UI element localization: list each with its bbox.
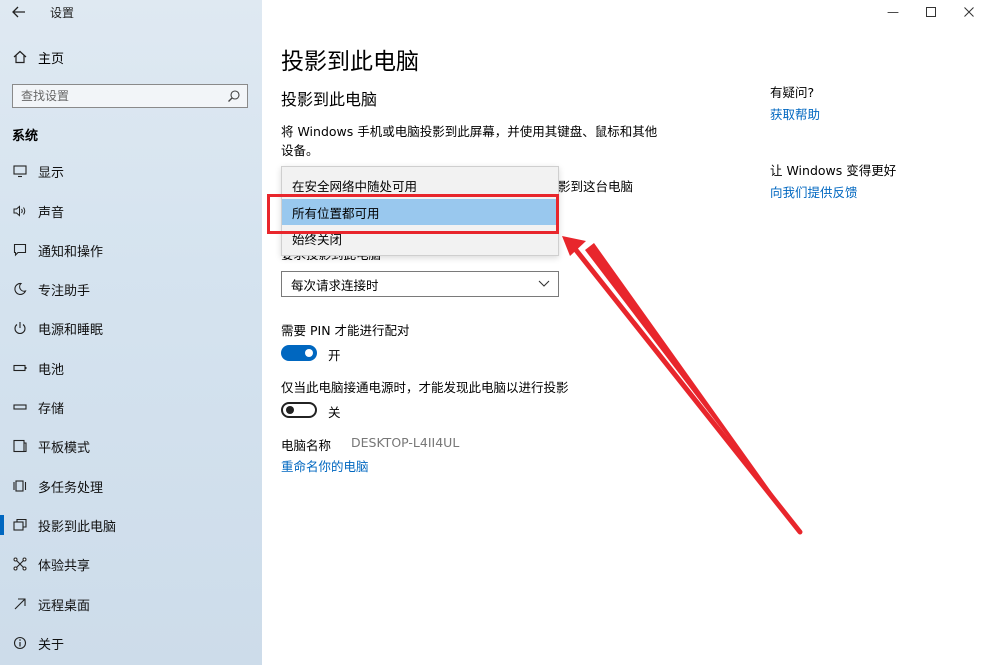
power-icon: [12, 320, 28, 336]
obscured-option-text: 影到这台电脑: [558, 179, 634, 194]
sidebar-item-sound[interactable]: 声音: [12, 201, 64, 221]
aside-improve: 让 Windows 变得更好: [770, 163, 897, 178]
battery-icon: [12, 360, 28, 376]
close-icon[interactable]: [950, 0, 988, 24]
back-arrow-icon[interactable]: [8, 2, 30, 22]
sidebar-item-label: 存储: [38, 401, 65, 417]
app-title: 设置: [50, 6, 75, 20]
sidebar-item-shared-experiences[interactable]: 体验共享: [12, 554, 90, 574]
sidebar-item-remote-desktop[interactable]: 远程桌面: [12, 594, 90, 614]
section-subtitle: 投影到此电脑: [281, 90, 378, 109]
power-toggle[interactable]: [281, 402, 317, 418]
home-icon: [12, 49, 28, 65]
page-title: 投影到此电脑: [281, 49, 419, 75]
section-label-system: 系统: [12, 129, 39, 144]
pc-name-value: DESKTOP-L4II4UL: [351, 435, 460, 450]
power-toggle-state: 关: [328, 405, 341, 420]
sidebar-item-project-to-pc[interactable]: 投影到此电脑: [0, 515, 117, 535]
sidebar-item-label: 多任务处理: [38, 480, 104, 496]
multitask-icon: [12, 478, 28, 494]
feedback-link[interactable]: 向我们提供反馈: [770, 182, 858, 201]
sidebar-item-label: 电池: [38, 362, 65, 378]
sidebar: 设置 主页 系统 显示 声音 通知和操作 专注助手 电源和睡眠 电池 存储: [0, 0, 262, 665]
sidebar-item-label: 专注助手: [38, 283, 91, 299]
sidebar-item-multitasking[interactable]: 多任务处理: [12, 476, 103, 496]
speaker-icon: [12, 203, 28, 219]
tablet-icon: [12, 438, 28, 454]
pin-label: 需要 PIN 才能进行配对: [281, 323, 410, 338]
pin-toggle[interactable]: [281, 345, 317, 361]
moon-icon: [12, 281, 28, 297]
connect-request-value: 每次请求连接时: [291, 277, 379, 293]
sidebar-item-label: 通知和操作: [38, 244, 104, 260]
notification-icon: [12, 242, 28, 258]
sidebar-item-tablet-mode[interactable]: 平板模式: [12, 436, 90, 456]
project-icon: [12, 517, 28, 533]
pc-name-label: 电脑名称: [281, 438, 332, 453]
nav-home-label: 主页: [38, 51, 65, 67]
sidebar-item-display[interactable]: 显示: [12, 161, 64, 181]
pin-toggle-state: 开: [328, 348, 341, 363]
info-icon: [12, 635, 28, 651]
search-icon[interactable]: [227, 89, 241, 103]
sidebar-item-label: 体验共享: [38, 558, 91, 574]
sidebar-item-label: 远程桌面: [38, 598, 91, 614]
sidebar-item-power-sleep[interactable]: 电源和睡眠: [12, 318, 103, 338]
sidebar-item-label: 声音: [38, 205, 65, 221]
share-icon: [12, 556, 28, 572]
sidebar-item-label: 投影到此电脑: [38, 519, 117, 535]
rename-pc-link[interactable]: 重命名你的电脑: [281, 456, 369, 475]
aside-question: 有疑问?: [770, 85, 815, 100]
sidebar-item-notifications[interactable]: 通知和操作: [12, 240, 103, 260]
search-box[interactable]: [12, 84, 248, 108]
main-content: — 投影到此电脑 投影到此电脑 将 Windows 手机或电脑投影到此屏幕，并使…: [262, 0, 988, 665]
search-input[interactable]: [21, 89, 221, 103]
connect-request-select[interactable]: 每次请求连接时: [281, 271, 559, 297]
sidebar-item-label: 显示: [38, 165, 65, 181]
description-text: 将 Windows 手机或电脑投影到此屏幕，并使用其键盘、鼠标和其他设备。: [281, 124, 658, 158]
remote-icon: [12, 596, 28, 612]
storage-icon: [12, 399, 28, 415]
sidebar-item-label: 电源和睡眠: [38, 322, 104, 338]
sidebar-item-storage[interactable]: 存储: [12, 397, 64, 417]
window-controls: —: [874, 0, 988, 24]
power-label: 仅当此电脑接通电源时，才能发现此电脑以进行投影: [281, 380, 569, 395]
sidebar-item-focus-assist[interactable]: 专注助手: [12, 279, 90, 299]
minimize-icon[interactable]: —: [874, 0, 912, 24]
chevron-down-icon: [538, 277, 550, 289]
get-help-link[interactable]: 获取帮助: [770, 104, 820, 123]
sidebar-item-battery[interactable]: 电池: [12, 358, 64, 378]
maximize-icon[interactable]: [912, 0, 950, 24]
sidebar-item-label: 关于: [38, 637, 65, 653]
sidebar-item-about[interactable]: 关于: [12, 633, 64, 653]
sidebar-item-label: 平板模式: [38, 440, 91, 456]
annotation-highlight-box: [267, 194, 559, 234]
nav-home[interactable]: 主页: [12, 47, 64, 67]
monitor-icon: [12, 163, 28, 179]
